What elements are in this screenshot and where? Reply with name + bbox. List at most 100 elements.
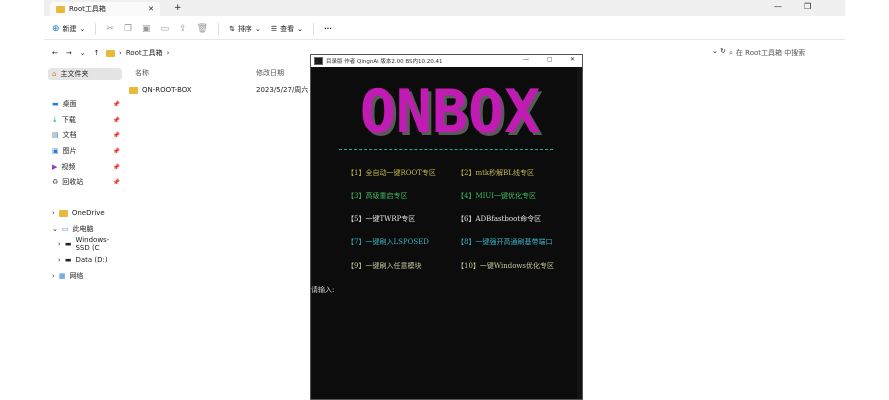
back-icon[interactable]: ← xyxy=(52,49,58,57)
sidebar-item-label: 图片 xyxy=(62,147,77,155)
minimize-icon[interactable]: — xyxy=(774,2,782,11)
chevron-down-icon[interactable]: ⌄ xyxy=(80,49,86,57)
sidebar-item-drive-d[interactable]: › ▬ Data (D:) xyxy=(48,254,122,266)
console-menu-item: 【4】MIUI一键优化专区 xyxy=(457,192,537,200)
view-button[interactable]: ☰ 查看 ⌄ xyxy=(271,24,303,34)
chevron-down-icon: ⌄ xyxy=(79,24,86,33)
sidebar-item-label: 文档 xyxy=(62,131,77,139)
console-menu-item: 【6】ADBfastboot命令区 xyxy=(457,215,542,223)
sidebar-item-drive-c[interactable]: › ▬ Windows-SSD (C xyxy=(48,236,122,252)
search-placeholder: 在 Root工具箱 中搜索 xyxy=(735,49,806,57)
recycle-bin-icon: ♻ xyxy=(52,178,59,186)
home-icon: ⌂ xyxy=(52,70,57,78)
computer-icon: ▭ xyxy=(61,225,69,233)
toolbar-divider xyxy=(218,22,220,35)
menu-divider xyxy=(339,149,553,150)
explorer-titlebar: Root工具箱 ✕ + — ❐ xyxy=(44,0,845,16)
breadcrumb-separator-icon: › xyxy=(166,49,170,57)
pin-icon: 📌 xyxy=(112,116,120,124)
sidebar-item-label: 下载 xyxy=(61,116,76,124)
sort-icon: ⇅ xyxy=(229,24,235,33)
tab-title: Root工具箱 xyxy=(69,5,106,13)
close-icon[interactable]: ✕ xyxy=(570,56,575,63)
breadcrumb-separator-icon: › xyxy=(119,49,122,57)
view-label: 查看 xyxy=(280,24,295,33)
console-menu-item: 【9】一键刷入任意模块 xyxy=(347,262,422,270)
sidebar-item-desktop[interactable]: ▬ 桌面 📌 xyxy=(48,98,122,110)
file-name: QN-ROOT-BOX xyxy=(142,86,192,94)
file-row[interactable]: QN-ROOT-BOX xyxy=(129,84,192,96)
search-input[interactable]: ⌕ 在 Root工具箱 中搜索 xyxy=(729,46,839,60)
sidebar-item-pictures[interactable]: ▣ 图片 📌 xyxy=(48,145,122,157)
new-tab-icon[interactable]: + xyxy=(174,3,182,13)
sort-button[interactable]: ⇅ 排序 ⌄ xyxy=(229,24,261,34)
console-menu-item: 【3】高级重启专区 xyxy=(347,192,408,200)
sidebar-item-videos[interactable]: ▶ 视频 📌 xyxy=(48,161,122,173)
column-header-name[interactable]: 名称 xyxy=(135,68,149,78)
banner-text: ONBOX xyxy=(360,79,541,147)
chevron-down-icon[interactable]: ⌄ xyxy=(712,47,718,55)
sidebar-item-network[interactable]: › ▦ 网络 xyxy=(48,270,122,282)
chevron-down-icon: ⌄ xyxy=(52,225,58,233)
download-icon: ↓ xyxy=(52,116,58,124)
sidebar-item-downloads[interactable]: ↓ 下载 📌 xyxy=(48,114,122,126)
console-menu-item: 【2】mtk秒解BL线专区 xyxy=(457,169,534,177)
search-icon: ⌕ xyxy=(729,48,733,57)
console-menu-item: 【5】一键TWRP专区 xyxy=(347,215,416,223)
rename-icon[interactable]: ▭ xyxy=(161,24,170,34)
chevron-right-icon: › xyxy=(58,256,61,264)
share-icon[interactable]: ⇪ xyxy=(179,24,187,34)
new-label: 新建 xyxy=(62,24,77,33)
console-prompt[interactable]: 请输入: xyxy=(311,285,334,295)
chevron-down-icon: ⌄ xyxy=(297,24,303,33)
pin-icon: 📌 xyxy=(112,163,120,171)
chevron-down-icon: ⌄ xyxy=(254,24,261,33)
new-button[interactable]: ⊕ 新建 ⌄ xyxy=(52,24,85,34)
sidebar-item-label: 视频 xyxy=(61,163,76,171)
cloud-icon xyxy=(58,209,68,217)
sidebar-item-label: Data (D:) xyxy=(75,256,108,264)
more-button[interactable]: ··· xyxy=(324,25,332,33)
close-tab-icon[interactable]: ✕ xyxy=(148,5,154,13)
sidebar-item-home[interactable]: ⌂ 主文件夹 xyxy=(48,68,122,80)
copy-icon[interactable]: ❐ xyxy=(124,24,132,34)
column-header-date[interactable]: 修改日期 xyxy=(256,68,284,78)
console-icon xyxy=(314,57,323,65)
sidebar-item-this-pc[interactable]: ⌄ ▭ 此电脑 xyxy=(48,223,122,235)
maximize-icon[interactable]: ▢ xyxy=(547,56,553,63)
document-icon: ▤ xyxy=(52,131,59,139)
chevron-right-icon: › xyxy=(52,209,55,217)
console-titlebar: 目录版 作者 QingnAi 版本2.00 BS内10.20.41 — ▢ ✕ xyxy=(311,55,582,67)
forward-icon[interactable]: → xyxy=(66,49,72,57)
pin-icon: 📌 xyxy=(112,131,120,139)
cut-icon[interactable]: ✂ xyxy=(106,24,114,34)
tab-root-toolbox[interactable]: Root工具箱 ✕ xyxy=(50,2,160,16)
sidebar-item-documents[interactable]: ▤ 文档 📌 xyxy=(48,129,122,141)
pin-icon: 📌 xyxy=(112,100,120,108)
maximize-icon[interactable]: ❐ xyxy=(804,2,811,11)
console-menu-item: 【1】全自动一键ROOT专区 xyxy=(347,169,436,177)
picture-icon: ▣ xyxy=(52,147,59,155)
refresh-icon[interactable]: ↻ xyxy=(720,47,726,55)
console-scrollbar[interactable] xyxy=(577,67,582,399)
sidebar-item-label: 此电脑 xyxy=(72,225,94,233)
navigation-pane: ⌂ 主文件夹 ▬ 桌面 📌 ↓ 下载 📌 ▤ 文档 📌 ▣ 图片 📌 ▶ 视频 … xyxy=(44,64,122,400)
sidebar-item-recycle-bin[interactable]: ♻ 回收站 📌 xyxy=(48,176,122,188)
up-icon[interactable]: ↑ xyxy=(94,49,100,57)
minimize-icon[interactable]: — xyxy=(523,56,529,63)
console-window: 目录版 作者 QingnAi 版本2.00 BS内10.20.41 — ▢ ✕ … xyxy=(310,54,583,400)
console-menu-item: 【10】一键Windows优化专区 xyxy=(457,262,555,270)
drive-icon: ▬ xyxy=(64,240,72,248)
paste-icon[interactable]: ▣ xyxy=(142,24,151,34)
sidebar-item-label: 桌面 xyxy=(62,100,77,108)
sidebar-item-onedrive[interactable]: › OneDrive xyxy=(48,207,122,219)
console-menu-item: 【7】一键刷入LSPOSED xyxy=(347,238,429,246)
toolbar-divider xyxy=(95,22,97,35)
console-menu-item: 【8】一键强开高通刷基带端口 xyxy=(457,238,553,246)
network-icon: ▦ xyxy=(58,272,66,280)
folder-icon xyxy=(56,5,65,13)
delete-icon[interactable]: 🗑 xyxy=(197,24,208,34)
chevron-right-icon: › xyxy=(52,272,55,280)
pin-icon: 📌 xyxy=(112,147,120,155)
breadcrumb[interactable]: Root工具箱 xyxy=(126,48,163,58)
